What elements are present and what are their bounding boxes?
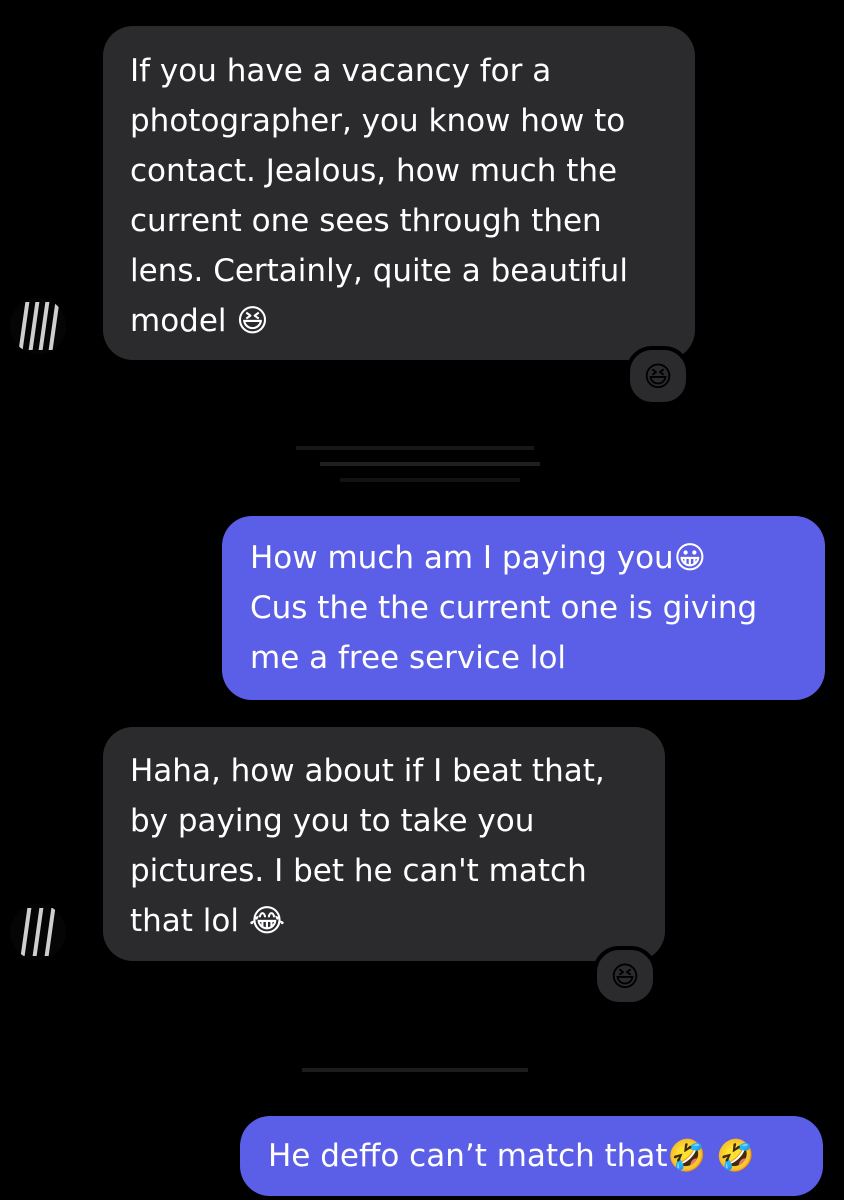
message-line: Cus the the current one is giving	[250, 590, 758, 626]
redacted-timestamp	[296, 446, 534, 450]
reaction-badge[interactable]: 😆	[626, 346, 690, 406]
message-line: model 😆	[130, 303, 269, 339]
message-line: pictures. I bet he can't match	[130, 853, 587, 889]
message-line: by paying you to take you	[130, 803, 535, 839]
message-line: If you have a vacancy for a	[130, 53, 552, 89]
avatar-image-detail	[18, 302, 30, 350]
message-line: He deffo can’t match that🤣 🤣	[268, 1138, 755, 1174]
message-bubble-outgoing[interactable]: How much am I paying you😀 Cus the the cu…	[222, 516, 825, 700]
avatar-image-detail	[32, 908, 44, 956]
redacted-timestamp	[302, 1068, 528, 1072]
avatar-image-detail	[44, 908, 56, 956]
message-bubble-incoming[interactable]: If you have a vacancy for a photographer…	[103, 26, 695, 360]
message-line: that lol 😂	[130, 903, 286, 939]
message-line: photographer, you know how to	[130, 103, 626, 139]
redacted-timestamp	[320, 462, 540, 466]
message-bubble-incoming[interactable]: Haha, how about if I beat that, by payin…	[103, 727, 665, 961]
sender-avatar[interactable]	[10, 298, 66, 354]
redacted-timestamp	[340, 478, 520, 482]
reaction-badge[interactable]: 😆	[593, 946, 657, 1006]
message-line: current one sees through then	[130, 203, 602, 239]
message-line: contact. Jealous, how much the	[130, 153, 618, 189]
message-line: How much am I paying you😀	[250, 540, 707, 576]
sender-avatar[interactable]	[10, 904, 66, 960]
avatar-image-detail	[48, 302, 60, 350]
message-line: me a free service lol	[250, 640, 567, 676]
avatar-image-detail	[38, 302, 50, 350]
message-bubble-outgoing[interactable]: He deffo can’t match that🤣 🤣	[240, 1116, 823, 1196]
message-line: Haha, how about if I beat that,	[130, 753, 605, 789]
avatar-image-detail	[28, 302, 40, 350]
avatar-image-detail	[20, 908, 32, 956]
message-line: lens. Certainly, quite a beautiful	[130, 253, 628, 289]
